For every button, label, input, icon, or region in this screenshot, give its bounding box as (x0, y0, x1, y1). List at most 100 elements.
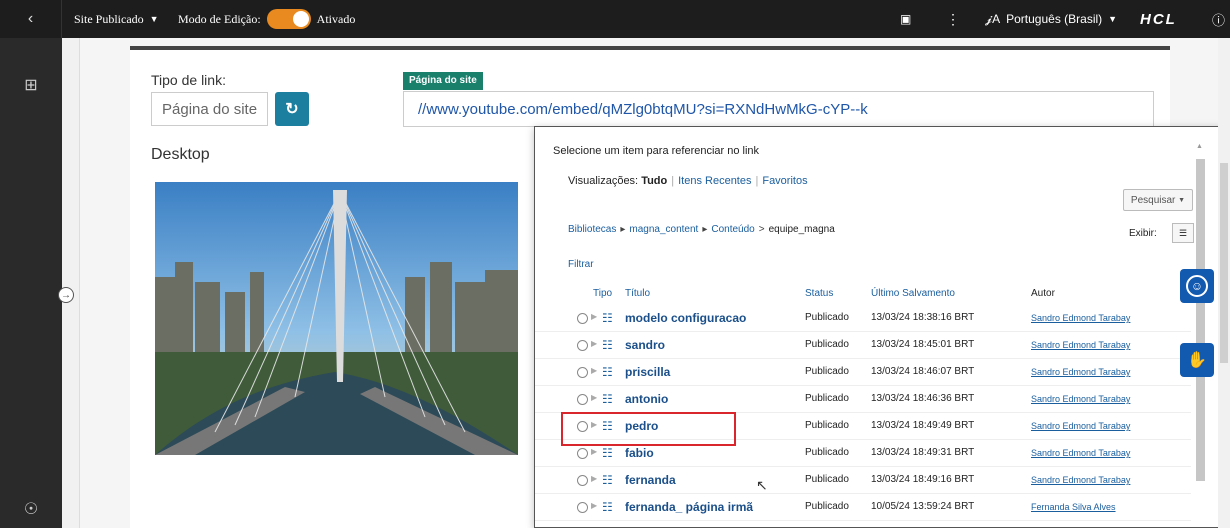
row-author[interactable]: Sandro Edmond Tarabay (1031, 340, 1130, 350)
row-author[interactable]: Sandro Edmond Tarabay (1031, 448, 1130, 458)
table-row[interactable]: ▶ ☷ fernanda_ página irmã Publicado 10/05/24… (535, 494, 1191, 521)
row-status: Publicado (805, 474, 849, 485)
refresh-button[interactable]: ↻ (275, 92, 309, 126)
sitemap-icon: ☰ (1178, 227, 1188, 238)
expand-triangle-icon[interactable]: ▶ (591, 474, 597, 483)
view-all-tab[interactable]: Tudo (641, 175, 667, 187)
table-row[interactable]: ▶ ☷ fernanda Publicado 13/03/24 18:49:16 BRT… (535, 467, 1191, 494)
chevron-left-icon: ‹ (27, 10, 34, 27)
row-status: Publicado (805, 447, 849, 458)
select-radio[interactable] (577, 502, 588, 513)
select-radio[interactable] (577, 340, 588, 351)
expand-triangle-icon[interactable]: ▶ (591, 339, 597, 348)
accessibility-button[interactable]: ☺ (1180, 269, 1214, 303)
site-menu-label: Site Publicado (74, 11, 144, 26)
table-row[interactable]: ▶ ☷ antonio Publicado 13/03/24 18:46:36 BRT S… (535, 386, 1191, 413)
row-status: Publicado (805, 420, 849, 431)
translate-icon: 𝓳A (985, 11, 1001, 26)
language-label: Português (Brasil) (1006, 12, 1103, 26)
expand-triangle-icon[interactable]: ▶ (591, 366, 597, 375)
row-saved: 13/03/24 18:46:07 BRT (871, 366, 975, 377)
search-button-label: Pesquisar (1130, 194, 1176, 206)
url-input[interactable]: //www.youtube.com/embed/qMZlg0btqMU?si=R… (403, 91, 1154, 127)
table-row[interactable]: ▶ ☷ priscilla Publicado 13/03/24 18:46:07 BR… (535, 359, 1191, 386)
search-button[interactable]: Pesquisar ▼ (1123, 189, 1193, 211)
caret-down-icon: ▼ (1108, 14, 1118, 24)
breadcrumb-content[interactable]: Conteúdo (711, 224, 754, 235)
site-menu[interactable]: Site Publicado ▼ (74, 0, 159, 38)
column-type[interactable]: Tipo (593, 288, 612, 299)
caret-down-icon: ▼ (1178, 196, 1186, 204)
sign-language-button[interactable]: ✋ (1180, 343, 1214, 377)
desktop-label: Desktop (151, 146, 210, 163)
expand-triangle-icon[interactable]: ▶ (591, 312, 597, 321)
row-author[interactable]: Fernanda Silva Alves (1031, 502, 1116, 512)
mouse-cursor-icon: ↖ (756, 477, 768, 493)
select-radio[interactable] (577, 448, 588, 459)
row-saved: 13/03/24 18:45:01 BRT (871, 339, 975, 350)
row-title[interactable]: antonio (625, 392, 668, 406)
column-author: Autor (1031, 288, 1055, 299)
scroll-thumb[interactable] (1196, 159, 1205, 481)
row-title[interactable]: sandro (625, 338, 665, 352)
select-radio[interactable] (577, 313, 588, 324)
sitemap-icon: ☷ (602, 446, 613, 460)
view-favorites-tab[interactable]: Favoritos (762, 175, 807, 187)
expand-triangle-icon[interactable]: ▶ (591, 393, 597, 402)
left-gutter (62, 38, 80, 528)
edit-mode-value: Ativado (316, 11, 356, 26)
sitemap-icon: ☷ (602, 392, 613, 406)
sitemap-icon: ☷ (602, 338, 613, 352)
row-author[interactable]: Sandro Edmond Tarabay (1031, 421, 1130, 431)
more-vertical-icon[interactable]: ⋮ (946, 0, 960, 38)
caret-down-icon: ▼ (149, 14, 159, 24)
row-saved: 13/03/24 18:46:36 BRT (871, 393, 975, 404)
add-panel-icon[interactable]: ⊞ (20, 74, 42, 96)
row-title[interactable]: fernanda (625, 473, 676, 487)
row-author[interactable]: Sandro Edmond Tarabay (1031, 475, 1130, 485)
expand-arrow-icon[interactable]: → (58, 287, 74, 303)
row-title[interactable]: fernanda_ página irmã (625, 500, 753, 514)
breadcrumb-libraries[interactable]: Bibliotecas (568, 224, 616, 235)
row-saved: 13/03/24 18:38:16 BRT (871, 312, 975, 323)
sitemap-icon: ☷ (602, 365, 613, 379)
views-label: Visualizações: (568, 175, 639, 187)
panel-icon[interactable]: ▣ (900, 0, 911, 38)
accessibility-icon: ☺ (1186, 275, 1208, 297)
tree-view-button[interactable]: ☰ (1172, 223, 1194, 243)
select-radio[interactable] (577, 475, 588, 486)
row-title[interactable]: fabio (625, 446, 654, 460)
help-lifebuoy-icon[interactable]: ☉ (20, 498, 42, 520)
link-type-field[interactable]: Página do site (151, 92, 268, 126)
view-recent-tab[interactable]: Itens Recentes (678, 175, 751, 187)
row-title[interactable]: modelo configuracao (625, 311, 746, 325)
column-title[interactable]: Título (625, 288, 650, 299)
row-author[interactable]: Sandro Edmond Tarabay (1031, 367, 1130, 377)
edit-mode-toggle[interactable] (266, 9, 311, 29)
expand-triangle-icon[interactable]: ▶ (591, 501, 597, 510)
column-last-saved[interactable]: Último Salvamento (871, 288, 955, 299)
select-radio[interactable] (577, 367, 588, 378)
row-author[interactable]: Sandro Edmond Tarabay (1031, 313, 1130, 323)
scroll-up-icon[interactable]: ▲ (1196, 143, 1203, 150)
table-row[interactable]: ▶ ☷ sandro Publicado 13/03/24 18:45:01 BRT Sa… (535, 332, 1191, 359)
row-saved: 13/03/24 18:49:31 BRT (871, 447, 975, 458)
expand-triangle-icon[interactable]: ▶ (591, 447, 597, 456)
site-page-tag: Página do site (403, 72, 483, 90)
row-status: Publicado (805, 312, 849, 323)
row-author[interactable]: Sandro Edmond Tarabay (1031, 394, 1130, 404)
column-status[interactable]: Status (805, 288, 833, 299)
top-toolbar: ‹ Site Publicado ▼ Modo de Edição: Ativa… (0, 0, 1230, 38)
sitemap-icon: ☷ (602, 311, 613, 325)
select-radio[interactable] (577, 394, 588, 405)
back-button[interactable]: ‹ (0, 0, 62, 38)
row-title[interactable]: priscilla (625, 365, 670, 379)
breadcrumb-magna-content[interactable]: magna_content (629, 224, 698, 235)
sitemap-icon: ☷ (602, 500, 613, 514)
page-scrollbar[interactable] (1218, 38, 1230, 528)
info-icon[interactable]: ⓘ (1212, 0, 1225, 38)
language-menu[interactable]: 𝓳A Português (Brasil) ▼ (985, 0, 1117, 38)
table-row[interactable]: ▶ ☷ modelo configuracao Publicado 13/03/24 1… (535, 305, 1191, 332)
filter-link[interactable]: Filtrar (568, 259, 594, 270)
dialog-scrollbar[interactable]: ▲ (1195, 141, 1207, 527)
